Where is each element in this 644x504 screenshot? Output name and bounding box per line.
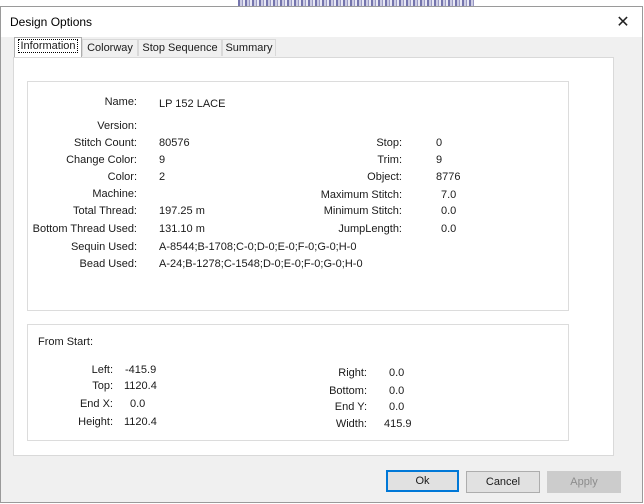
bottom-thread-label: Bottom Thread Used: <box>32 223 137 235</box>
jump-length-label: JumpLength: <box>338 223 402 235</box>
end-x-label: End X: <box>79 398 113 410</box>
close-icon[interactable]: ✕ <box>608 9 638 35</box>
tab-summary[interactable]: Summary <box>222 39 276 56</box>
bottom-thread-value: 131.10 m <box>159 223 205 235</box>
height-label: Height: <box>78 416 113 428</box>
object-value: 8776 <box>436 171 461 183</box>
name-value: LP 152 LACE <box>159 98 226 110</box>
sequin-used-label: Sequin Used: <box>70 241 137 253</box>
maximum-stitch-value: 7.0 <box>441 189 457 201</box>
tab-information[interactable]: Information <box>14 37 82 58</box>
bottom-value: 0.0 <box>389 385 405 397</box>
stitch-count-label: Stitch Count: <box>74 137 137 149</box>
trim-value: 9 <box>436 154 443 166</box>
top-label: Top: <box>92 380 113 392</box>
end-y-label: End Y: <box>334 401 367 413</box>
tab-stop-sequence[interactable]: Stop Sequence <box>138 39 222 56</box>
title-bar: Design Options ✕ <box>1 7 642 37</box>
right-label: Right: <box>338 367 367 379</box>
stop-label: Stop: <box>376 137 402 149</box>
right-value: 0.0 <box>389 367 405 379</box>
height-value: 1120.4 <box>124 416 157 428</box>
version-label: Version: <box>97 120 137 132</box>
color-label: Color: <box>107 171 137 183</box>
ok-button[interactable]: Ok <box>386 470 459 492</box>
total-thread-label: Total Thread: <box>72 205 137 217</box>
minimum-stitch-value: 0.0 <box>441 205 457 217</box>
maximum-stitch-label: Maximum Stitch: <box>320 189 402 201</box>
apply-button[interactable]: Apply <box>547 471 621 493</box>
width-label: Width: <box>335 418 367 430</box>
total-thread-value: 197.25 m <box>159 205 205 217</box>
tab-colorway[interactable]: Colorway <box>82 39 138 56</box>
trim-label: Trim: <box>377 154 402 166</box>
dialog-title: Design Options <box>10 15 93 29</box>
object-label: Object: <box>367 171 402 183</box>
minimum-stitch-label: Minimum Stitch: <box>323 205 402 217</box>
end-y-value: 0.0 <box>389 401 405 413</box>
stop-value: 0 <box>436 137 443 149</box>
color-value: 2 <box>159 171 166 183</box>
stitch-count-value: 80576 <box>159 137 190 149</box>
bead-used-label: Bead Used: <box>79 258 137 270</box>
change-color-value: 9 <box>159 154 166 166</box>
name-label: Name: <box>104 96 137 108</box>
jump-length-value: 0.0 <box>441 223 457 235</box>
cancel-button[interactable]: Cancel <box>466 471 540 493</box>
width-value: 415.9 <box>384 418 412 430</box>
from-start-heading: From Start: <box>38 336 94 348</box>
sequin-used-value: A-8544;B-1708;C-0;D-0;E-0;F-0;G-0;H-0 <box>159 241 357 253</box>
end-x-value: 0.0 <box>130 398 146 410</box>
left-value: -415.9 <box>125 364 157 376</box>
bead-used-value: A-24;B-1278;C-1548;D-0;E-0;F-0;G-0;H-0 <box>159 258 363 270</box>
top-value: 1120.4 <box>124 380 157 392</box>
machine-label: Machine: <box>92 188 137 200</box>
bottom-label: Bottom: <box>329 385 367 397</box>
left-label: Left: <box>91 364 113 376</box>
change-color-label: Change Color: <box>66 154 137 166</box>
